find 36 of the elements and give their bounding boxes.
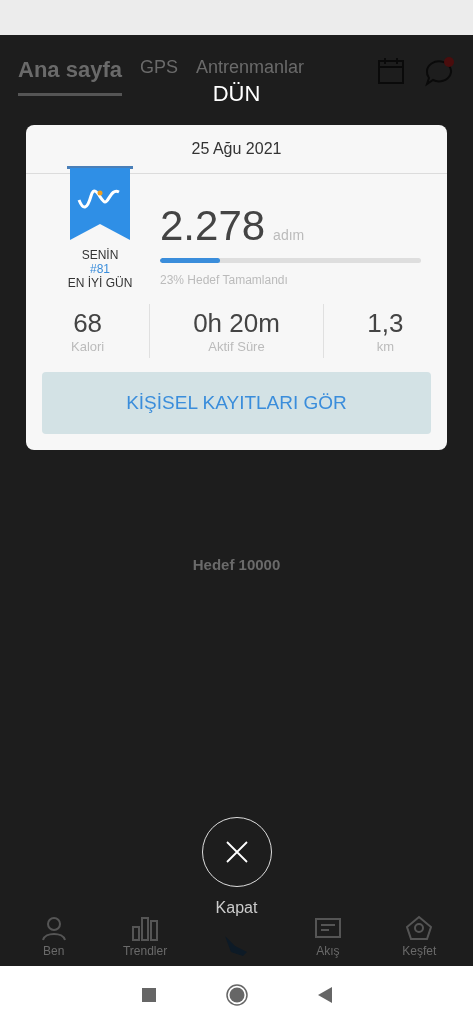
close-label: Kapat xyxy=(215,899,258,917)
nav-label: Keşfet xyxy=(402,944,437,958)
date-text: 25 Ağu 2021 xyxy=(191,140,282,158)
badge-caption: EN İYİ GÜN xyxy=(67,276,133,290)
rank-text: #81 xyxy=(90,262,110,276)
stat-value: 1,3 xyxy=(367,308,404,339)
nav-label: Akış xyxy=(316,944,340,958)
ribbon-badge-icon xyxy=(67,166,133,242)
stat-label: Aktif Süre xyxy=(208,339,265,354)
nav-item[interactable]: Keşfet xyxy=(384,915,455,958)
step-unit: adım xyxy=(273,227,305,243)
badge-caption: SENİN xyxy=(81,248,119,262)
close-icon xyxy=(224,840,249,864)
stat-value: 0h 20m xyxy=(193,308,280,339)
step-count: 2.278 xyxy=(160,202,266,250)
dialog-title: DÜN xyxy=(212,81,261,107)
stat-value: 68 xyxy=(73,308,103,339)
feed-icon xyxy=(313,917,342,941)
nav-label: Trendler xyxy=(122,944,168,958)
bar-chart-icon xyxy=(131,915,160,941)
nav-item[interactable]: Ben xyxy=(18,915,89,958)
tab[interactable]: Ana sayfa xyxy=(18,57,122,96)
stat-label: Kalori xyxy=(71,339,105,354)
personal-records-button[interactable]: KİŞİSEL KAYITLARI GÖR xyxy=(42,372,431,434)
person-icon xyxy=(40,915,67,941)
progress-label: 23% Hedef Tamamlandı xyxy=(160,273,289,287)
tab[interactable]: GPS xyxy=(139,57,178,91)
explore-icon xyxy=(405,915,434,941)
nav-item[interactable]: Akış xyxy=(292,917,363,958)
nav-item[interactable]: Trendler xyxy=(110,915,181,958)
home-icon[interactable] xyxy=(225,984,248,1006)
square-icon[interactable] xyxy=(141,988,156,1002)
goal-text: Hedef 10000 xyxy=(192,556,281,573)
stat-label: km xyxy=(376,339,395,354)
back-icon[interactable] xyxy=(317,987,332,1003)
nav-label: Ben xyxy=(43,944,65,958)
